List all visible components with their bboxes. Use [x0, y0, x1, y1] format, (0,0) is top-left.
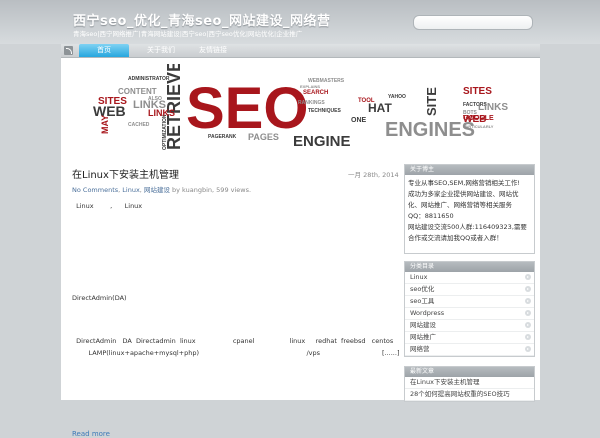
banner-word-tool: TOOL: [358, 98, 375, 104]
page-content: SEO ENGINES RETRIEVED LINKS WEB SITES HA…: [61, 58, 540, 438]
svg-text:LINKS: LINKS: [478, 102, 508, 113]
about-widget: 关于博主 专业从事SEO,SEM,网络营销相关工作! 成功为多家企业提供网站建设…: [404, 164, 535, 254]
category-item[interactable]: Wordpress: [405, 308, 534, 320]
banner-word-cached: CACHED: [128, 122, 150, 128]
svg-text:WEB: WEB: [463, 114, 486, 125]
category-label: seo优化: [410, 285, 435, 293]
categories-widget-title: 分类目录: [405, 262, 534, 272]
post-title[interactable]: 在Linux下安装主机管理: [72, 166, 179, 181]
banner-word-site: SITE: [424, 87, 439, 116]
recent-posts-widget-title: 最新文章: [405, 367, 534, 377]
main-nav: 首页 关于我们 友情链接: [61, 44, 540, 58]
banner-word-search: SEARCH: [303, 90, 328, 96]
banner-word-also: ALSO: [148, 96, 162, 102]
arrow-right-icon: [525, 298, 531, 304]
svg-text:SITES: SITES: [463, 86, 492, 97]
post-date: 一月 28th, 2014: [348, 171, 399, 179]
category-item[interactable]: seo工具: [405, 296, 534, 308]
post-meta: No Comments, Linux, 网站建设 by kuangbin, 59…: [72, 186, 252, 194]
nav-links[interactable]: 友情链接: [191, 44, 235, 57]
category-item[interactable]: 网站推广: [405, 332, 534, 344]
recent-post-item[interactable]: 在Linux下安装主机管理: [405, 377, 534, 389]
arrow-right-icon: [525, 346, 531, 352]
site-description: 青海seo|西宁网络推广|青海网站建设|西宁seo|西宁seo优化|网站优化|企…: [73, 30, 303, 38]
category-label: 网站推广: [410, 333, 436, 341]
arrow-right-icon: [525, 334, 531, 340]
banner-word-engine: ENGINE: [293, 133, 351, 150]
post-body-line: LAMP(linux+apache+mysql+php) /vps [.....…: [72, 349, 400, 357]
search-input[interactable]: [413, 15, 533, 30]
categories-widget: 分类目录 Linux seo优化 seo工具 Wordpress 网站建设 网站…: [404, 261, 535, 357]
rss-icon[interactable]: [64, 46, 73, 55]
banner-word-optimization: OPTIMIZATION: [162, 114, 168, 150]
post-category-linux[interactable]: Linux: [122, 186, 140, 194]
read-more-link[interactable]: Read more: [72, 430, 110, 438]
category-item[interactable]: 网站建设: [405, 320, 534, 332]
post-comments-link[interactable]: No Comments: [72, 186, 118, 194]
category-label: 网站建设: [410, 321, 436, 329]
recent-post-item[interactable]: 28个如何提高网站权重的SEO技巧: [405, 389, 534, 401]
post-author: by kuangbin,: [172, 186, 215, 194]
arrow-right-icon: [525, 322, 531, 328]
seo-word-cloud-banner: SEO ENGINES RETRIEVED LINKS WEB SITES HA…: [93, 64, 508, 150]
category-label: Wordpress: [410, 309, 445, 317]
header-band: 西宁seo_优化_青海seo_网站建设_网络营 青海seo|西宁网络推广|青海网…: [0, 0, 600, 44]
category-item[interactable]: 网络营: [405, 344, 534, 356]
post-body-line: DirectAdmin(DA): [72, 294, 127, 302]
post-category-web[interactable]: 网站建设: [144, 186, 170, 194]
banner-word-may: MAY: [100, 115, 110, 134]
banner-word-engines: ENGINES: [385, 119, 475, 141]
category-label: 网络营: [410, 345, 430, 353]
post-views: 599 views.: [216, 186, 252, 194]
banner-word-techniques: TECHNIQUES: [308, 108, 341, 114]
banner-word-content: CONTENT: [118, 87, 157, 96]
banner-word-explains: EXPLAINS: [300, 84, 320, 89]
banner-word-one: ONE: [351, 117, 367, 124]
about-widget-title: 关于博主: [405, 165, 534, 175]
banner-word-sites: SITES: [98, 96, 127, 107]
svg-text:LINKS: LINKS: [148, 108, 175, 118]
category-item[interactable]: seo优化: [405, 284, 534, 296]
arrow-right-icon: [525, 310, 531, 316]
about-widget-text: 专业从事SEO,SEM,网络营销相关工作! 成功为多家企业提供网站建设、网站优化…: [408, 179, 527, 242]
category-label: seo工具: [410, 297, 435, 305]
banner-word-rankings: RANKINGS: [298, 100, 325, 106]
banner-word-yahoo: YAHOO: [388, 94, 406, 100]
nav-about[interactable]: 关于我们: [139, 44, 183, 57]
post-body-line: Linux , Linux: [72, 202, 143, 210]
post-body-line: DirectAdmin DA Directadmin linux cpanel …: [72, 337, 394, 345]
category-label: Linux: [410, 273, 428, 281]
category-item[interactable]: Linux: [405, 272, 534, 284]
site-title[interactable]: 西宁seo_优化_青海seo_网站建设_网络营: [73, 10, 330, 29]
recent-posts-widget: 最新文章 在Linux下安装主机管理 28个如何提高网站权重的SEO技巧: [404, 366, 535, 402]
arrow-right-icon: [525, 274, 531, 280]
banner-word-pagerank: PAGERANK: [208, 134, 237, 140]
arrow-right-icon: [525, 286, 531, 292]
banner-word-administrator: ADMINISTRATOR: [128, 76, 170, 82]
nav-home[interactable]: 首页: [79, 44, 129, 57]
banner-word-pages: PAGES: [248, 132, 279, 142]
